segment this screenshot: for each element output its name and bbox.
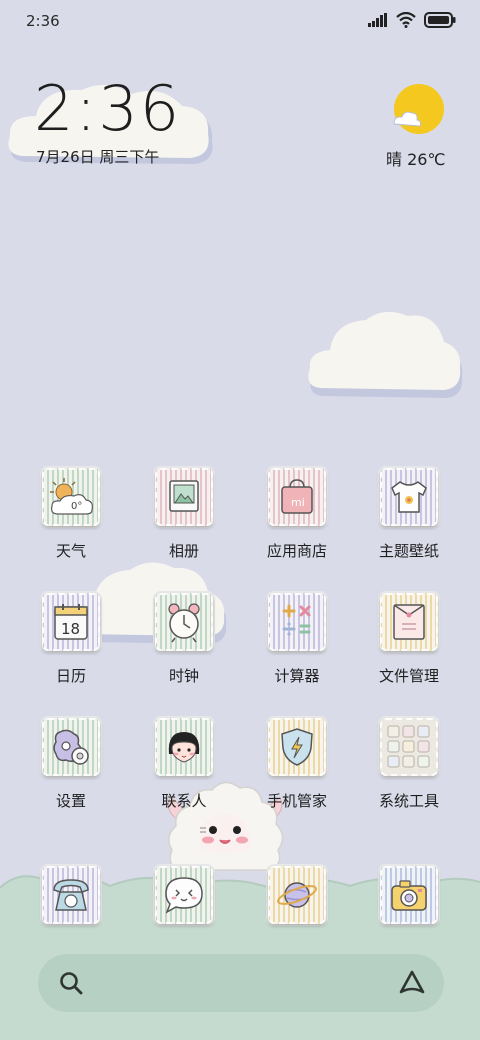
- app-security[interactable]: 手机管家: [242, 718, 352, 811]
- app-clock[interactable]: 时钟: [129, 593, 239, 686]
- contacts-app-icon: [155, 718, 213, 776]
- calculator-app-icon: [268, 593, 326, 651]
- app-label: 联系人: [161, 792, 207, 810]
- app-label: 主题壁纸: [378, 542, 439, 560]
- app-label: 应用商店: [266, 542, 327, 560]
- app-calculator[interactable]: 计算器: [242, 593, 352, 686]
- assistant-icon[interactable]: [398, 969, 426, 997]
- search-bar[interactable]: [38, 954, 444, 1012]
- security-app-icon: [268, 718, 326, 776]
- app-weather[interactable]: 0° 天气: [16, 468, 126, 561]
- status-time: 2:36: [26, 12, 60, 30]
- app-themes[interactable]: 主题壁纸: [354, 468, 464, 561]
- app-label: 系统工具: [378, 792, 439, 810]
- app-store-icon: mi: [268, 468, 326, 526]
- settings-app-icon: [42, 718, 100, 776]
- app-label: 文件管理: [378, 667, 439, 685]
- app-label: 时钟: [168, 667, 199, 685]
- clock-app-icon: [155, 593, 213, 651]
- weather-app-icon: 0°: [42, 468, 100, 526]
- weather-temp-icon-text: 0°: [71, 501, 82, 512]
- phone-icon: [42, 866, 100, 924]
- weather-text: 晴 26℃: [386, 150, 446, 169]
- folder-app-icon: [380, 593, 438, 651]
- app-label: 手机管家: [266, 792, 327, 810]
- sun-icon[interactable]: [392, 84, 444, 136]
- calendar-app-icon: 18: [42, 593, 100, 651]
- app-label: 计算器: [274, 667, 320, 685]
- dock-browser[interactable]: [242, 866, 352, 924]
- camera-icon: [380, 866, 438, 924]
- app-system-tools[interactable]: 系统工具: [354, 718, 464, 811]
- app-label: 相册: [168, 542, 199, 560]
- app-label: 设置: [55, 792, 86, 810]
- wifi-icon: [396, 12, 416, 28]
- app-label: 天气: [55, 542, 86, 560]
- app-settings[interactable]: 设置: [16, 718, 126, 811]
- clock-date: 7月26日 周三下午: [36, 148, 160, 166]
- messages-icon: [155, 866, 213, 924]
- app-store[interactable]: mi 应用商店: [242, 468, 352, 561]
- store-mark-icon-text: mi: [291, 496, 305, 509]
- app-contacts[interactable]: 联系人: [129, 718, 239, 811]
- app-file-manager[interactable]: 文件管理: [354, 593, 464, 686]
- clock-time[interactable]: 2:36: [34, 78, 181, 140]
- dock-messages[interactable]: [129, 866, 239, 924]
- search-icon[interactable]: [58, 970, 84, 996]
- battery-icon: [424, 12, 456, 28]
- calendar-day-icon-text: 18: [61, 620, 80, 638]
- app-calendar[interactable]: 18 日历: [16, 593, 126, 686]
- gallery-app-icon: [155, 468, 213, 526]
- cloud-decoration: [308, 311, 463, 398]
- themes-app-icon: [380, 468, 438, 526]
- tools-folder-icon: [380, 718, 438, 776]
- dock-camera[interactable]: [354, 866, 464, 924]
- status-bar: 2:36: [0, 0, 480, 42]
- app-label: 日历: [55, 667, 86, 685]
- app-gallery[interactable]: 相册: [129, 468, 239, 561]
- dock-phone[interactable]: [16, 866, 126, 924]
- signal-icon: [368, 13, 387, 27]
- browser-icon: [268, 866, 326, 924]
